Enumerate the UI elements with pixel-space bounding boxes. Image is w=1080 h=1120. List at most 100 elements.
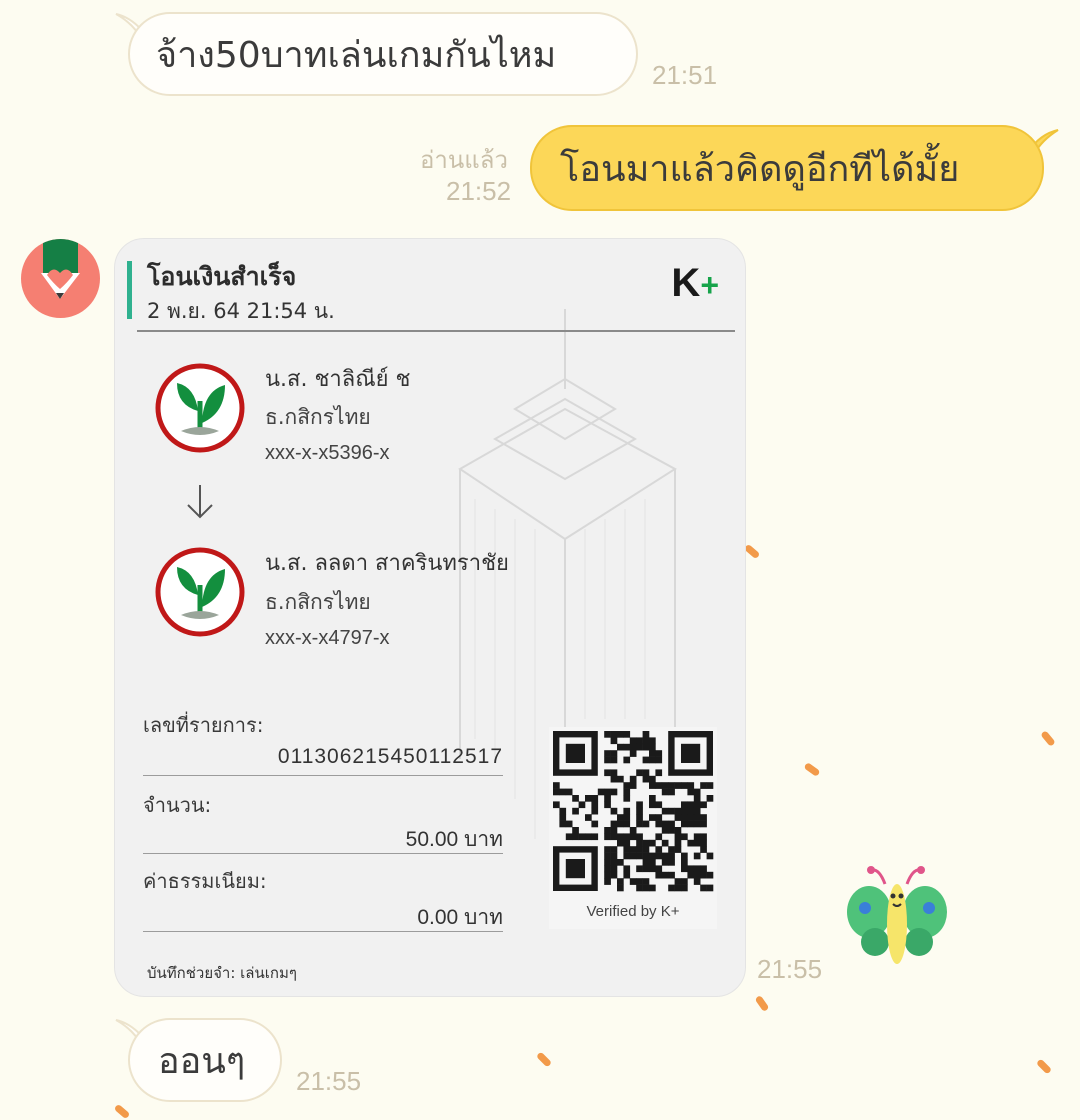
qr-module — [687, 807, 695, 815]
qr-module — [693, 833, 701, 841]
qr-module — [681, 807, 688, 815]
qr-module — [642, 878, 650, 885]
qr-module — [604, 865, 611, 873]
avatar[interactable] — [21, 239, 100, 318]
qr-module — [674, 814, 682, 821]
receiver-bank: ธ.กสิกรไทย — [265, 590, 371, 614]
qr-module — [617, 884, 624, 892]
qr-module — [687, 865, 695, 873]
qr-module — [693, 871, 701, 879]
qr-module — [604, 769, 611, 777]
qr-module — [649, 859, 656, 866]
qr-module — [629, 782, 637, 789]
qr-module — [636, 820, 643, 828]
qr-module — [623, 871, 631, 879]
qr-module — [623, 865, 631, 873]
reference-value: 011306215450112517 — [277, 745, 503, 768]
qr-module — [553, 801, 560, 809]
qr-module — [604, 852, 611, 860]
qr-module — [617, 878, 624, 885]
qr-module — [649, 782, 656, 789]
message-time: 21:52 — [446, 176, 512, 206]
header-divider — [137, 330, 735, 332]
qr-module — [706, 884, 714, 892]
confetti-dot — [1035, 1058, 1053, 1075]
qr-module — [642, 859, 650, 866]
qr-module — [681, 884, 688, 892]
kbank-logo-icon — [155, 363, 245, 453]
fee-value: 0.00 บาท — [417, 906, 503, 929]
qr-module — [661, 827, 669, 834]
qr-module — [642, 775, 650, 783]
qr-module — [559, 820, 567, 828]
qr-module — [636, 833, 643, 841]
qr-module — [649, 852, 656, 860]
qr-module — [604, 795, 611, 802]
fee-label: ค่าธรรมเนียม: — [143, 869, 267, 893]
qr-module — [610, 820, 618, 828]
qr-module — [610, 827, 618, 834]
sender-name: น.ส. ชาลิณีย์ ช — [265, 367, 411, 392]
kbank-avatar-icon — [41, 239, 80, 299]
qr-module — [687, 871, 695, 879]
qr-module — [649, 865, 656, 873]
qr-module — [642, 743, 650, 751]
qr-module — [700, 820, 707, 828]
qr-module — [629, 833, 637, 841]
qr-module — [617, 731, 624, 738]
qr-module — [661, 839, 669, 847]
qr-module — [668, 846, 675, 853]
qr-module — [674, 807, 682, 815]
qr-module — [642, 846, 650, 853]
qr-module — [623, 756, 631, 764]
qr-module — [687, 839, 695, 847]
qr-module — [700, 846, 707, 853]
qr-finder — [565, 743, 585, 763]
kplus-logo-k: K — [671, 261, 701, 305]
incoming-message[interactable]: จ้าง50บาทเล่นเกมกันไหม — [128, 12, 638, 96]
qr-module — [610, 833, 618, 841]
qr-module — [649, 795, 656, 802]
qr-module — [674, 827, 682, 834]
qr-module — [636, 884, 643, 892]
qr-module — [661, 852, 669, 860]
qr-module — [572, 833, 579, 841]
qr-module — [674, 846, 682, 853]
qr-module — [681, 833, 688, 841]
qr-module — [610, 731, 618, 738]
butterfly-sticker-icon[interactable] — [845, 862, 949, 972]
qr-module — [585, 833, 592, 841]
qr-module — [578, 801, 586, 809]
qr-module — [674, 833, 682, 841]
qr-module — [649, 801, 656, 809]
qr-module — [565, 833, 573, 841]
qr-module — [655, 750, 663, 757]
qr-module — [687, 782, 695, 789]
qr-module — [623, 820, 631, 828]
qr-module — [591, 833, 599, 841]
qr-finder — [565, 859, 585, 879]
qr-module — [610, 769, 618, 777]
qr-module — [610, 750, 618, 757]
transfer-slip-image[interactable]: โอนเงินสำเร็จ 2 พ.ย. 64 21:54 น. K+ น.ส.… — [114, 238, 746, 997]
qr-module — [591, 820, 599, 828]
message-text: ออนๆ — [158, 1040, 246, 1082]
qr-module — [629, 743, 637, 751]
qr-module — [623, 743, 631, 751]
qr-module — [693, 820, 701, 828]
incoming-message[interactable]: ออนๆ — [128, 1018, 282, 1102]
verified-label: Verified by K+ — [586, 903, 680, 920]
qr-module — [553, 782, 560, 789]
qr-module — [706, 871, 714, 879]
qr-module — [623, 814, 631, 821]
qr-module — [636, 743, 643, 751]
qr-module — [553, 788, 560, 796]
qr-code — [553, 731, 714, 892]
qr-module — [604, 750, 611, 757]
read-receipt: อ่านแล้ว — [420, 147, 508, 174]
qr-module — [649, 814, 656, 821]
outgoing-message[interactable]: โอนมาแล้วคิดดูอีกทีได้มั้ย — [530, 125, 1044, 211]
qr-module — [565, 788, 573, 796]
qr-module — [681, 859, 688, 866]
qr-module — [642, 865, 650, 873]
